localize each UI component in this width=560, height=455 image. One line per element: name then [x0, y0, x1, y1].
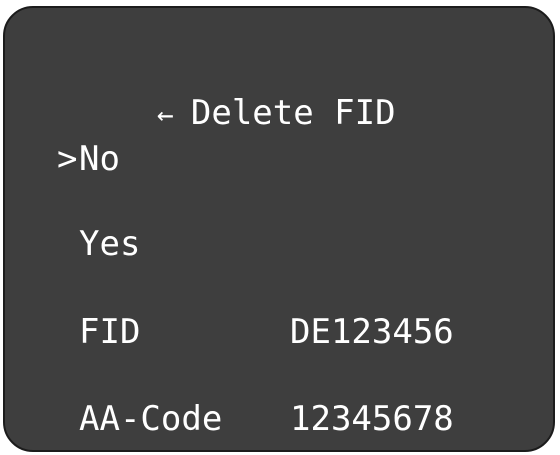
screen-title: Delete FID: [190, 93, 396, 133]
option-yes[interactable]: Yes: [79, 224, 140, 264]
aa-code-label: AA-Code: [79, 399, 223, 439]
back-arrow-icon[interactable]: ←: [157, 95, 191, 135]
aa-code-value: 12345678: [290, 399, 454, 439]
title-row[interactable]: ← Delete FID: [75, 53, 396, 175]
fid-value: DE123456: [290, 312, 454, 352]
selection-cursor: >: [57, 139, 78, 179]
fid-label: FID: [79, 312, 141, 352]
device-screen: ← Delete FID > No Yes FID DE123456 AA-Cod…: [3, 6, 555, 452]
option-no[interactable]: No: [79, 139, 120, 179]
